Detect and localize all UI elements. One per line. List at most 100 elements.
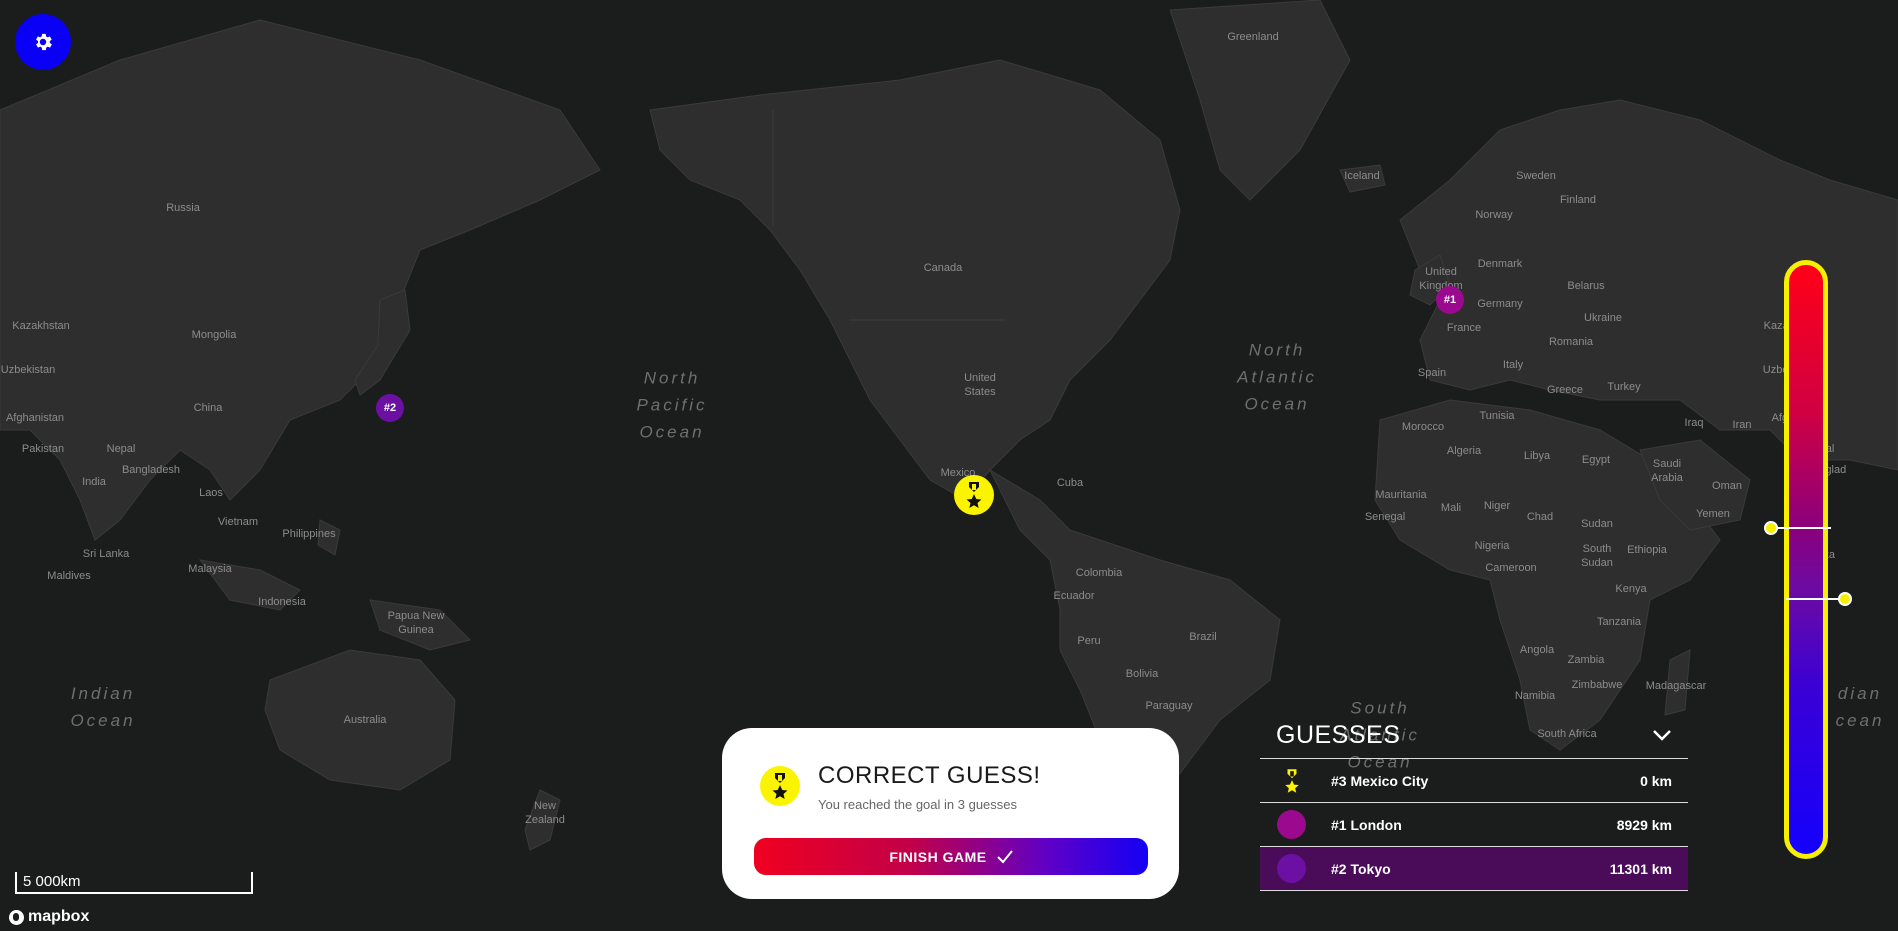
country-label: Peru: [1077, 635, 1101, 647]
country-label: Iran: [1732, 419, 1752, 431]
country-label: Germany: [1477, 298, 1523, 310]
guess-row[interactable]: #3 Mexico City 0 km: [1260, 759, 1688, 803]
thermo-marker-line: [1786, 598, 1846, 600]
thermo-marker-line: [1771, 527, 1831, 529]
country-label: Senegal: [1364, 511, 1406, 523]
country-label: Afghanistan: [5, 412, 65, 424]
country-label: Angola: [1519, 644, 1555, 656]
country-label: Zambia: [1567, 654, 1605, 666]
country-label: Egypt: [1581, 454, 1611, 466]
country-label: Tanzania: [1596, 616, 1642, 628]
country-label: Ecuador: [1053, 590, 1095, 602]
medal-badge: [760, 766, 800, 806]
country-label: Denmark: [1477, 258, 1523, 270]
guesses-panel: GUESSES #3 Mexico City 0 km #1 London 89…: [1260, 712, 1688, 891]
country-label: Colombia: [1075, 567, 1123, 579]
ocean-label: North Atlantic Ocean: [1237, 340, 1317, 414]
country-label: Pakistan: [21, 443, 65, 455]
finish-game-button[interactable]: FINISH GAME: [754, 838, 1148, 875]
country-label: Spain: [1417, 367, 1447, 379]
country-label: Saudi Arabia: [1651, 458, 1683, 484]
country-label: Belarus: [1567, 280, 1605, 292]
country-label: Vietnam: [217, 516, 259, 528]
country-label: Bangladesh: [121, 464, 181, 476]
country-label: Brazil: [1189, 631, 1217, 643]
country-label: Mauritania: [1375, 489, 1427, 501]
country-label: Italy: [1502, 359, 1524, 371]
map-scale-bar: 5 000km: [15, 872, 253, 894]
country-label: Turkey: [1607, 381, 1641, 393]
settings-button[interactable]: [15, 14, 71, 70]
country-label: Maldives: [47, 570, 91, 582]
country-label: Finland: [1559, 194, 1597, 206]
guess-distance: 0 km: [1640, 772, 1672, 789]
country-label: Algeria: [1446, 445, 1482, 457]
country-label: Mali: [1440, 502, 1462, 514]
mapbox-logo-icon: [9, 909, 24, 925]
country-label: Greenland: [1227, 31, 1279, 43]
country-label: Yemen: [1696, 508, 1730, 520]
country-label: Greece: [1546, 384, 1584, 396]
country-label: Zimbabwe: [1571, 679, 1623, 691]
country-label: Iceland: [1344, 170, 1380, 182]
country-label: Indonesia: [258, 596, 306, 608]
guess-color-dot: [1277, 854, 1306, 883]
mapbox-attribution[interactable]: mapbox: [9, 908, 89, 926]
country-label: Sri Lanka: [82, 548, 130, 560]
guess-marker-tokyo[interactable]: #2: [376, 394, 404, 422]
country-label: Kenya: [1615, 583, 1647, 595]
country-label: Ethiopia: [1627, 544, 1667, 556]
guesses-title: GUESSES: [1276, 720, 1401, 749]
result-title: CORRECT GUESS!: [818, 762, 1041, 789]
medal-icon: [966, 482, 982, 508]
check-icon: [996, 849, 1013, 863]
country-label: Sudan: [1581, 518, 1613, 530]
country-label: Bolivia: [1125, 668, 1159, 680]
medal-icon: [1277, 766, 1306, 795]
country-label: Australia: [343, 714, 387, 726]
guess-color-dot: [1277, 810, 1306, 839]
medal-icon: [772, 773, 788, 799]
guesses-header[interactable]: GUESSES: [1260, 712, 1688, 759]
chevron-down-icon[interactable]: [1652, 729, 1672, 741]
country-label: Malaysia: [188, 563, 232, 575]
result-subtitle: You reached the goal in 3 guesses: [818, 797, 1018, 812]
guess-label: #2 Tokyo: [1331, 860, 1391, 877]
country-label: United States: [964, 372, 996, 398]
country-label: Philippines: [282, 528, 336, 540]
distance-thermometer: [1784, 260, 1828, 859]
country-label: Madagascar: [1645, 680, 1707, 692]
country-label: Mongolia: [191, 329, 237, 341]
country-label: Laos: [199, 487, 223, 499]
country-label: Nigeria: [1474, 540, 1510, 552]
country-label: China: [193, 402, 223, 414]
country-label: Ukraine: [1584, 312, 1622, 324]
ocean-label: dian cean: [1835, 684, 1885, 730]
country-label: Tunisia: [1479, 410, 1515, 422]
country-label: Papua New Guinea: [387, 610, 445, 636]
goal-marker-mexico-city[interactable]: [954, 475, 994, 515]
country-label: India: [82, 476, 106, 488]
country-label: Cuba: [1056, 477, 1084, 489]
country-label: Canada: [923, 262, 963, 274]
country-label: Oman: [1712, 480, 1742, 492]
guess-distance: 8929 km: [1616, 816, 1672, 833]
ocean-label: Indian Ocean: [70, 684, 136, 730]
country-label: Niger: [1483, 500, 1511, 512]
finish-game-label: FINISH GAME: [889, 848, 987, 865]
country-label: Uzbekistan: [0, 364, 56, 376]
thermo-marker-tokyo: [1838, 592, 1852, 606]
guess-marker-london[interactable]: #1: [1436, 286, 1464, 314]
country-label: Nepal: [106, 443, 136, 455]
country-label: Morocco: [1401, 421, 1445, 433]
country-label: Romania: [1548, 336, 1594, 348]
thermo-marker-london: [1764, 521, 1778, 535]
guess-row[interactable]: #1 London 8929 km: [1260, 803, 1688, 847]
guess-row[interactable]: #2 Tokyo 11301 km: [1260, 847, 1688, 891]
guess-label: #1 London: [1331, 816, 1402, 833]
country-label: France: [1446, 322, 1482, 334]
country-label: New Zealand: [525, 800, 565, 826]
country-label: South Sudan: [1581, 543, 1613, 569]
country-label: Iraq: [1684, 417, 1704, 429]
country-label: Paraguay: [1145, 700, 1193, 712]
